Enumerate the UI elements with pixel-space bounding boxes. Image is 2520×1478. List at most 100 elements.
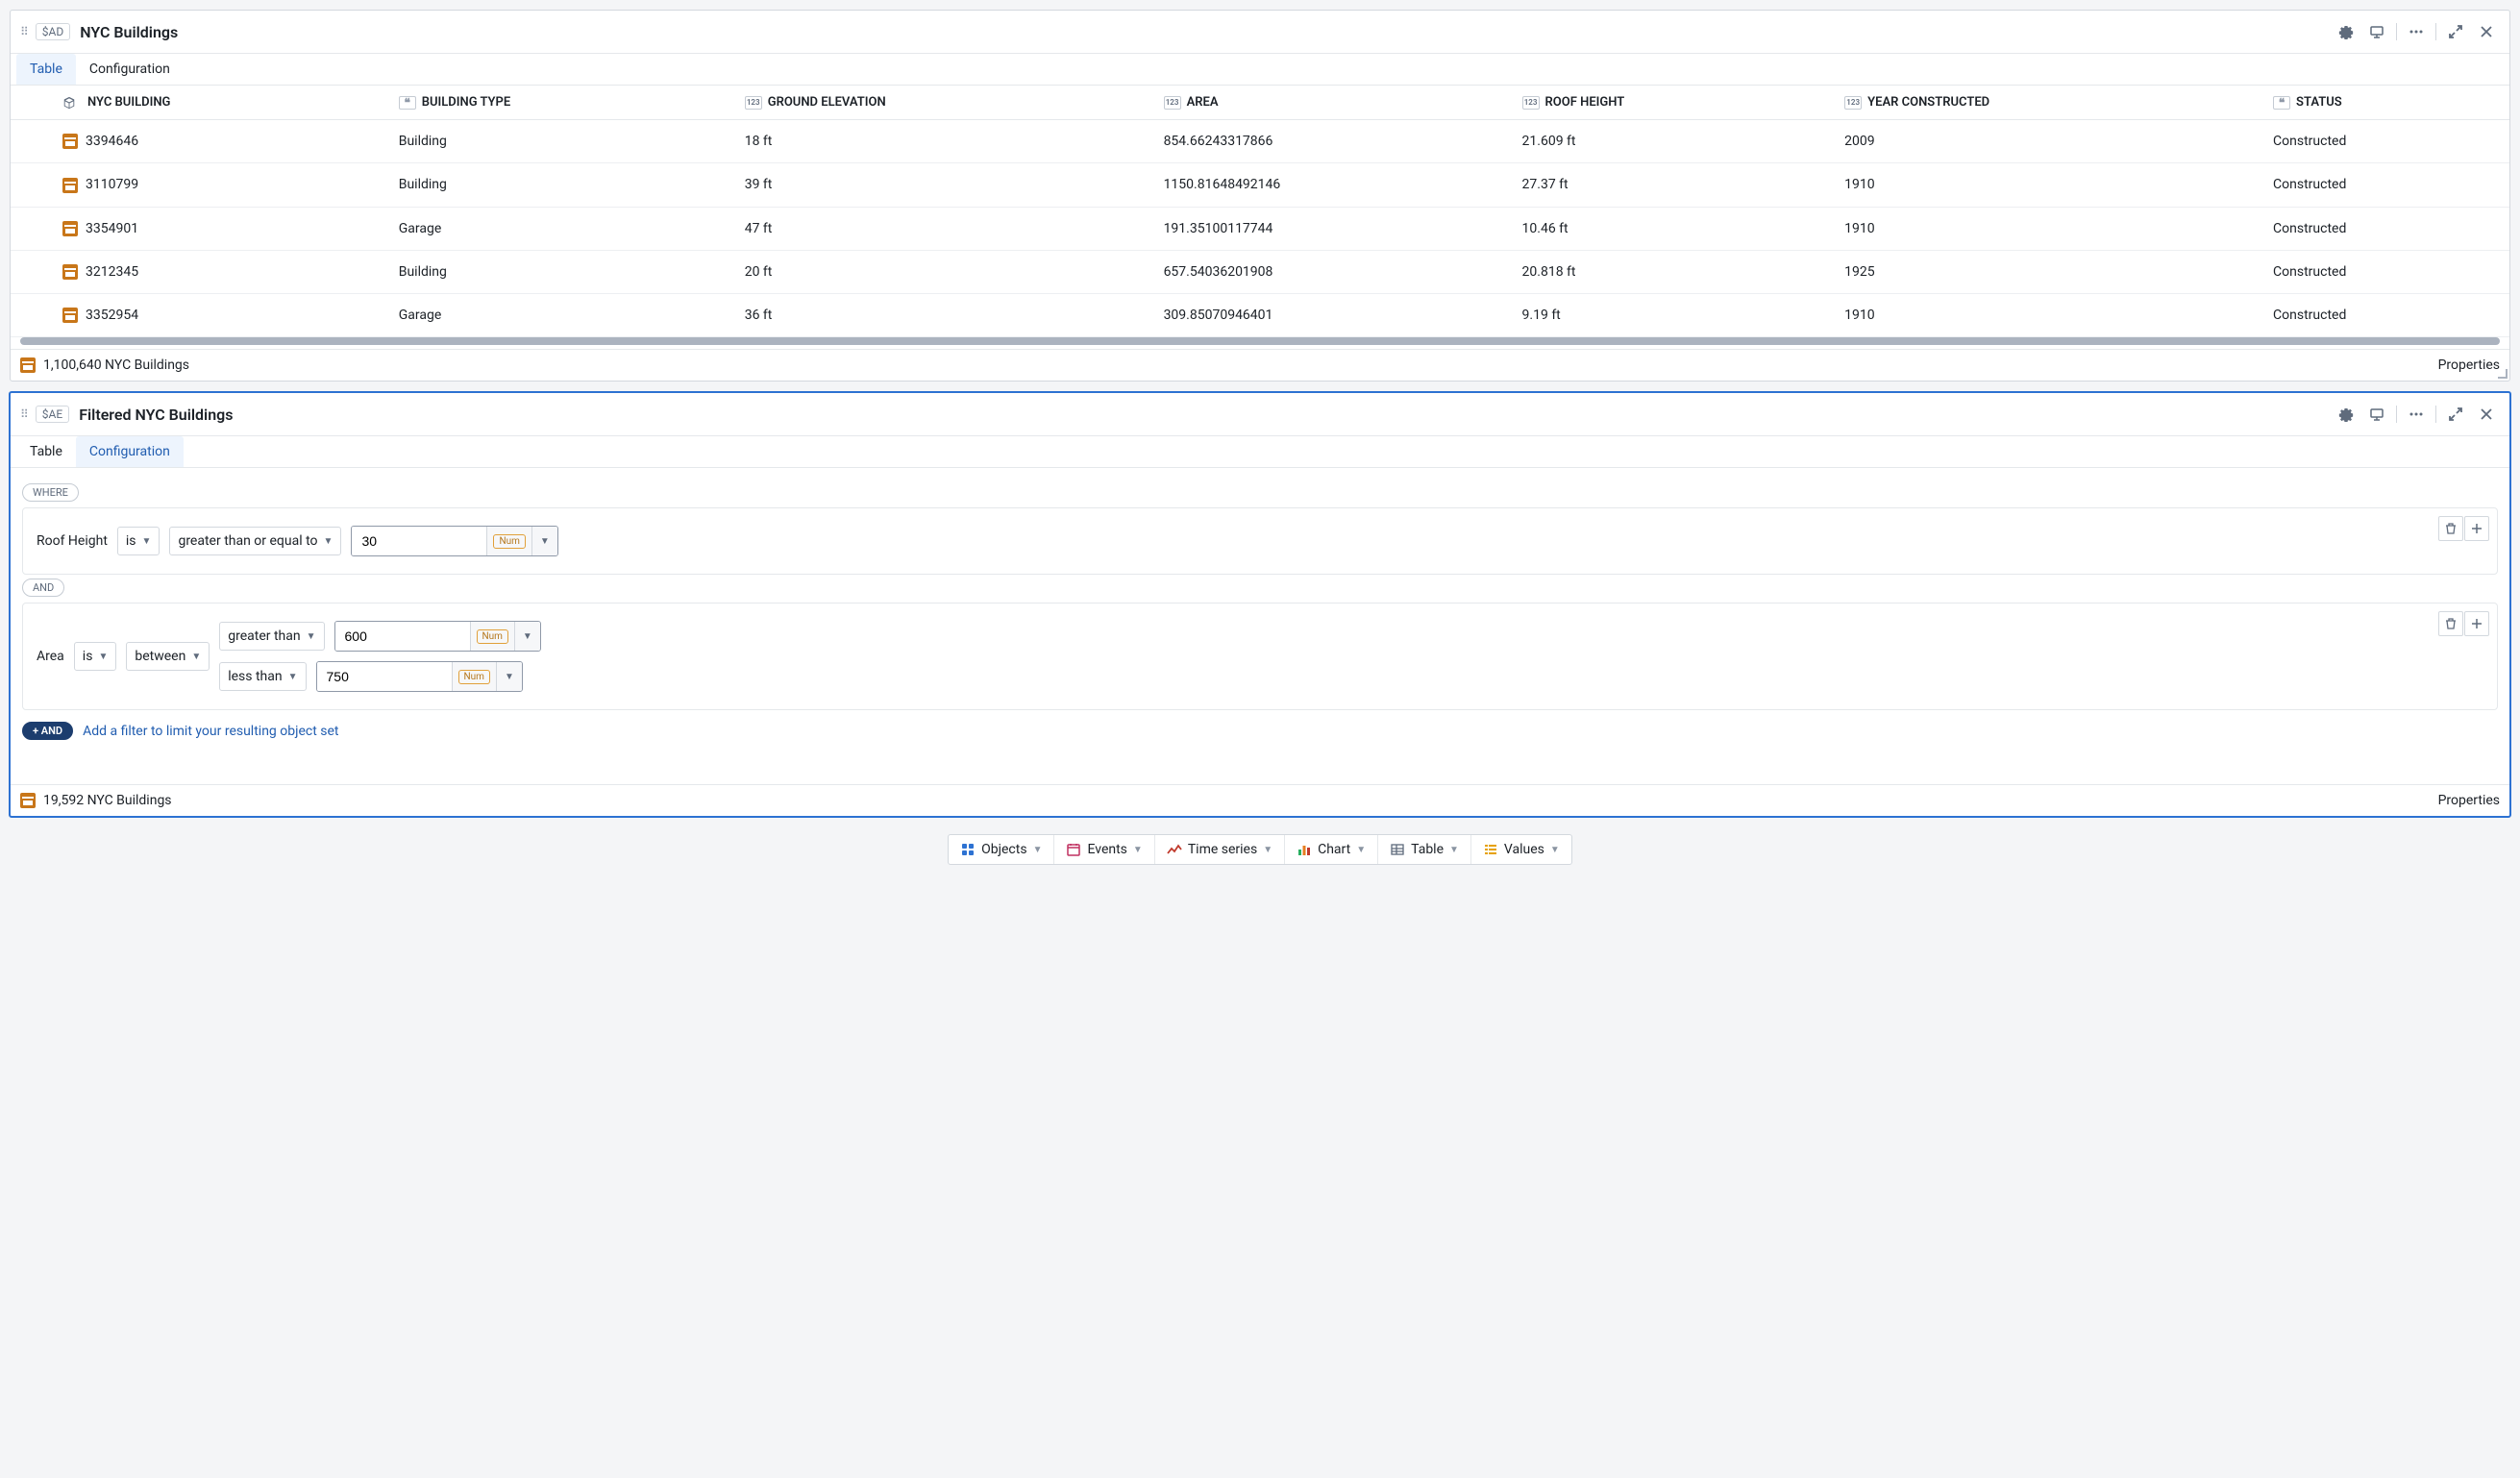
- more-icon[interactable]: [2403, 401, 2430, 428]
- col-year-constructed[interactable]: 123YEAR CONSTRUCTED: [1831, 86, 2260, 120]
- values-icon: [1483, 842, 1498, 857]
- building-icon: [62, 221, 78, 236]
- gt-select[interactable]: greater than▼: [219, 622, 324, 651]
- header-actions: [2333, 401, 2500, 428]
- tool-table[interactable]: Table▼: [1377, 835, 1470, 864]
- lt-value-input-group: Num ▼: [316, 661, 523, 692]
- tool-objects[interactable]: Objects▼: [949, 835, 1053, 864]
- value-input[interactable]: [352, 527, 486, 555]
- panel-nyc-buildings: ⠿ $AD NYC Buildings Table Configuratio: [10, 10, 2510, 382]
- row-count: 1,100,640 NYC Buildings: [43, 357, 189, 373]
- tabs: Table Configuration: [11, 54, 2509, 86]
- table-icon: [1390, 842, 1405, 857]
- timeseries-icon: [1167, 842, 1182, 857]
- value-type-dropdown[interactable]: ▼: [514, 622, 540, 651]
- more-icon[interactable]: [2403, 18, 2430, 45]
- col-building-type[interactable]: ❝BUILDING TYPE: [385, 86, 731, 120]
- expand-icon[interactable]: [2442, 401, 2469, 428]
- add-filter-link[interactable]: Add a filter to limit your resulting obj…: [83, 724, 338, 739]
- panel-filtered-nyc-buildings: ⠿ $AE Filtered NYC Buildings Table Con: [9, 391, 2511, 818]
- close-icon[interactable]: [2473, 401, 2500, 428]
- expand-icon[interactable]: [2442, 18, 2469, 45]
- tool-chart[interactable]: Chart▼: [1284, 835, 1377, 864]
- divider: [2396, 23, 2397, 40]
- gt-value-input[interactable]: [335, 622, 470, 651]
- tab-configuration[interactable]: Configuration: [76, 436, 184, 467]
- operator-select[interactable]: greater than or equal to▼: [169, 527, 341, 555]
- col-area[interactable]: 123AREA: [1150, 86, 1509, 120]
- gear-icon[interactable]: [2333, 401, 2359, 428]
- table-row[interactable]: 3212345 Building 20 ft 657.54036201908 2…: [11, 250, 2509, 293]
- trash-icon[interactable]: [2438, 611, 2463, 636]
- filter-field-label: Area: [37, 649, 64, 664]
- is-select[interactable]: is▼: [117, 527, 161, 555]
- num-badge: Num: [452, 662, 496, 691]
- presentation-icon[interactable]: [2363, 18, 2390, 45]
- col-status[interactable]: ❝STATUS: [2260, 86, 2509, 120]
- variable-tag[interactable]: $AD: [36, 23, 70, 40]
- objects-icon: [960, 842, 976, 857]
- tool-values[interactable]: Values▼: [1470, 835, 1571, 864]
- data-table: NYC BUILDING ❝BUILDING TYPE 123GROUND EL…: [11, 86, 2509, 337]
- building-icon: [62, 134, 78, 149]
- building-icon: [62, 178, 78, 193]
- trash-icon[interactable]: [2438, 516, 2463, 541]
- calendar-icon: [1066, 842, 1081, 857]
- resize-handle-icon[interactable]: [2498, 369, 2508, 379]
- plus-icon[interactable]: [2464, 516, 2489, 541]
- where-pill: WHERE: [22, 483, 79, 502]
- tab-configuration[interactable]: Configuration: [76, 54, 184, 85]
- add-and-pill[interactable]: + AND: [22, 722, 73, 740]
- gear-icon[interactable]: [2333, 18, 2359, 45]
- configuration-body: WHERE Roof Height is▼ greater than or eq…: [11, 468, 2509, 755]
- chart-icon: [1297, 842, 1312, 857]
- close-icon[interactable]: [2473, 18, 2500, 45]
- col-nyc-building[interactable]: NYC BUILDING: [49, 86, 385, 120]
- is-select[interactable]: is▼: [74, 642, 117, 671]
- divider: [2396, 406, 2397, 423]
- add-filter-row: + AND Add a filter to limit your resulti…: [22, 718, 2498, 744]
- between-select[interactable]: between▼: [126, 642, 210, 671]
- row-count: 19,592 NYC Buildings: [43, 793, 172, 808]
- gt-value-input-group: Num ▼: [334, 621, 541, 652]
- presentation-icon[interactable]: [2363, 401, 2390, 428]
- variable-tag[interactable]: $AE: [36, 406, 69, 423]
- panel-title: NYC Buildings: [80, 23, 2333, 41]
- lt-select[interactable]: less than▼: [219, 662, 306, 691]
- value-type-dropdown[interactable]: ▼: [531, 527, 557, 555]
- plus-icon[interactable]: [2464, 611, 2489, 636]
- tool-events[interactable]: Events▼: [1053, 835, 1153, 864]
- table-row[interactable]: 3354901 Garage 47 ft 191.35100117744 10.…: [11, 207, 2509, 250]
- properties-link[interactable]: Properties: [2438, 357, 2500, 373]
- tool-timeseries[interactable]: Time series▼: [1154, 835, 1284, 864]
- value-input-group: Num ▼: [351, 526, 557, 556]
- tabs: Table Configuration: [11, 436, 2509, 468]
- horizontal-scrollbar[interactable]: [20, 337, 2500, 345]
- table-row[interactable]: 3394646 Building 18 ft 854.66243317866 2…: [11, 120, 2509, 163]
- table-row[interactable]: 3110799 Building 39 ft 1150.81648492146 …: [11, 163, 2509, 207]
- building-icon: [62, 308, 78, 323]
- num-badge: Num: [486, 527, 531, 555]
- filter-block-area: Area is▼ between▼ greater than▼ Num ▼ le…: [22, 603, 2498, 710]
- divider: [2435, 406, 2436, 423]
- tool-group: Objects▼ Events▼ Time series▼ Chart▼ Tab…: [948, 834, 1572, 865]
- col-roof-height[interactable]: 123ROOF HEIGHT: [1509, 86, 1832, 120]
- col-ground-elevation[interactable]: 123GROUND ELEVATION: [731, 86, 1150, 120]
- panel-title: Filtered NYC Buildings: [79, 406, 2333, 424]
- filter-block-roof-height: Roof Height is▼ greater than or equal to…: [22, 507, 2498, 575]
- tab-table[interactable]: Table: [16, 436, 76, 467]
- tab-table[interactable]: Table: [16, 54, 76, 85]
- drag-handle-icon[interactable]: ⠿: [20, 407, 28, 421]
- and-pill: AND: [22, 579, 64, 597]
- panel-header: ⠿ $AD NYC Buildings: [11, 11, 2509, 54]
- bottom-toolbar: Objects▼ Events▼ Time series▼ Chart▼ Tab…: [0, 826, 2520, 880]
- value-type-dropdown[interactable]: ▼: [496, 662, 522, 691]
- lt-value-input[interactable]: [317, 662, 452, 691]
- table-row[interactable]: 3352954 Garage 36 ft 309.85070946401 9.1…: [11, 294, 2509, 337]
- drag-handle-icon[interactable]: ⠿: [20, 25, 28, 38]
- filter-field-label: Roof Height: [37, 533, 108, 549]
- divider: [2435, 23, 2436, 40]
- properties-link[interactable]: Properties: [2438, 793, 2500, 808]
- panel-header: ⠿ $AE Filtered NYC Buildings: [11, 393, 2509, 436]
- panel-footer: 1,100,640 NYC Buildings Properties: [11, 349, 2509, 381]
